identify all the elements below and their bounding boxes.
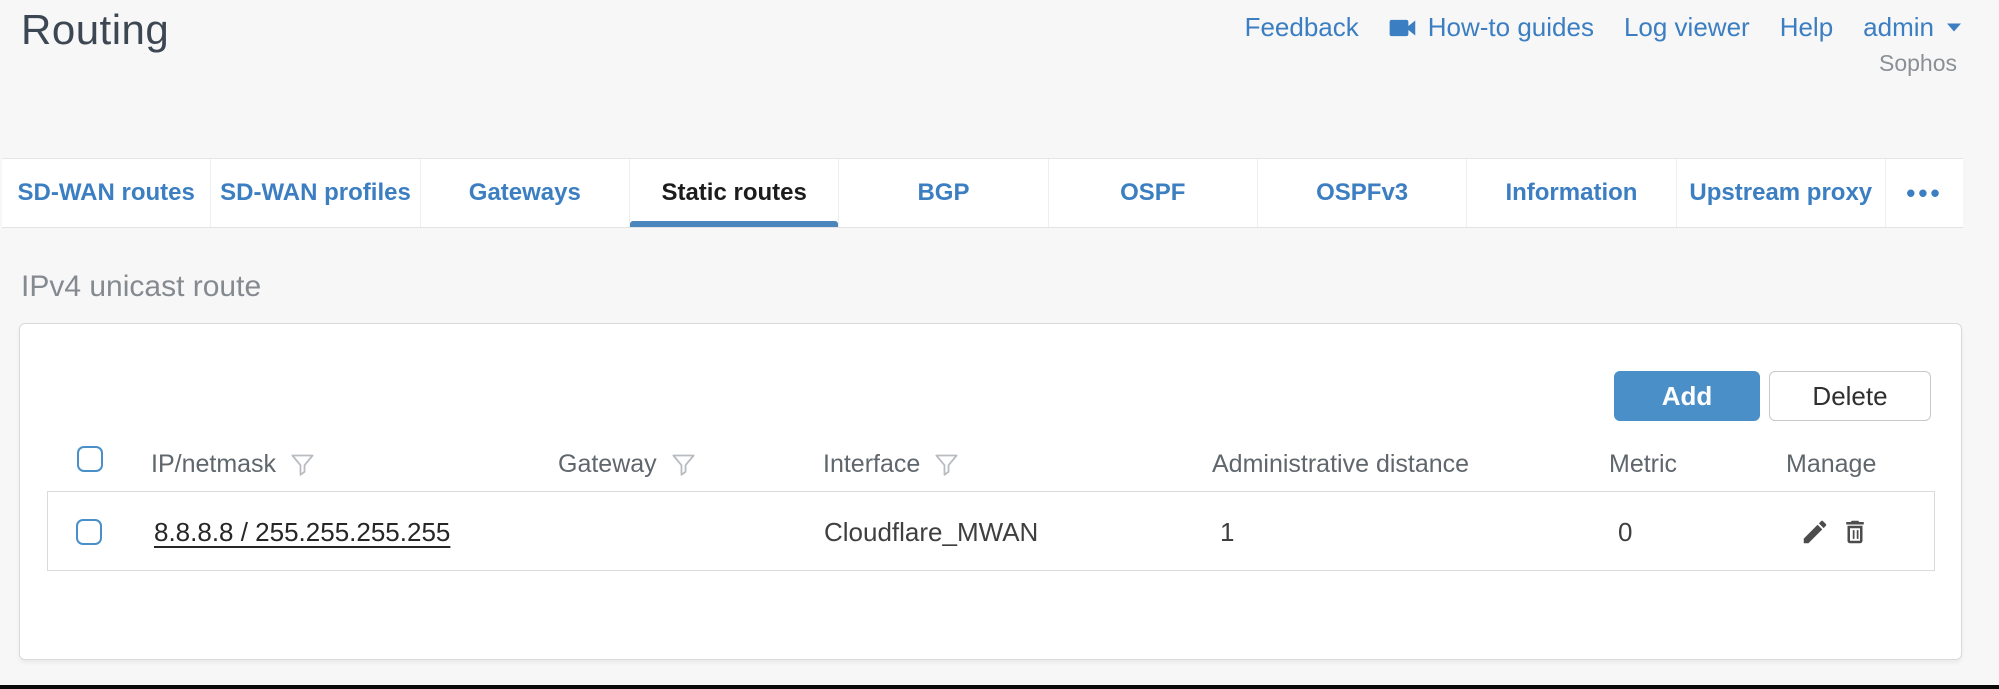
column-header-manage: Manage [1786, 444, 1876, 484]
table-header: IP/netmask Gateway Interface Administrat… [20, 444, 1961, 484]
delete-button[interactable]: Delete [1769, 371, 1931, 421]
feedback-link-label: Feedback [1245, 12, 1359, 43]
log-viewer-link[interactable]: Log viewer [1624, 12, 1750, 43]
column-label: Manage [1786, 450, 1876, 479]
tab-bgp[interactable]: BGP [839, 159, 1048, 227]
tab-gateways[interactable]: Gateways [421, 159, 630, 227]
user-menu[interactable]: admin [1863, 12, 1962, 43]
top-nav: Feedback How-to guides Log viewer Help a… [1245, 12, 1962, 43]
routes-panel: Add Delete IP/netmask Gateway Interface [19, 323, 1962, 660]
brand-label: Sophos [1879, 50, 1957, 77]
cell-manage [1800, 492, 1870, 572]
user-menu-label: admin [1863, 12, 1934, 43]
section-heading: IPv4 unicast route [21, 270, 261, 304]
column-header-ip-netmask: IP/netmask [151, 444, 316, 484]
tab-label: Information [1505, 179, 1637, 207]
tab-sd-wan-routes[interactable]: SD-WAN routes [2, 159, 211, 227]
column-label: IP/netmask [151, 450, 276, 479]
funnel-icon[interactable] [289, 451, 316, 478]
howto-guides-label: How-to guides [1428, 12, 1594, 43]
tab-label: Gateways [469, 179, 581, 207]
column-label: Administrative distance [1212, 450, 1469, 479]
help-label: Help [1780, 12, 1833, 43]
tab-label: BGP [917, 179, 969, 207]
column-header-administrative-distance: Administrative distance [1212, 444, 1469, 484]
cell-interface: Cloudflare_MWAN [824, 492, 1038, 572]
help-link[interactable]: Help [1780, 12, 1833, 43]
tab-upstream-proxy[interactable]: Upstream proxy [1677, 159, 1885, 227]
pencil-icon[interactable] [1800, 517, 1830, 547]
tab-bar: SD-WAN routes SD-WAN profiles Gateways S… [2, 158, 1963, 228]
column-header-metric: Metric [1609, 444, 1677, 484]
tab-label: OSPF [1120, 179, 1185, 207]
cell-ip-netmask: 8.8.8.8 / 255.255.255.255 [154, 492, 450, 572]
tab-information[interactable]: Information [1467, 159, 1676, 227]
add-button[interactable]: Add [1614, 371, 1760, 421]
column-label: Metric [1609, 450, 1677, 479]
howto-guides-link[interactable]: How-to guides [1389, 12, 1594, 43]
ellipsis-icon: ••• [1906, 178, 1942, 209]
more-tabs-button[interactable]: ••• [1885, 159, 1963, 227]
tab-static-routes[interactable]: Static routes [630, 159, 839, 227]
column-header-gateway: Gateway [558, 444, 697, 484]
tab-label: OSPFv3 [1316, 179, 1408, 207]
cell-administrative-distance: 1 [1220, 492, 1234, 572]
screen-bottom-edge [0, 685, 1999, 689]
tab-label: SD-WAN routes [17, 179, 194, 207]
cell-metric: 0 [1618, 492, 1632, 572]
table-row: 8.8.8.8 / 255.255.255.255 Cloudflare_MWA… [47, 491, 1935, 571]
tab-ospfv3[interactable]: OSPFv3 [1258, 159, 1467, 227]
tab-ospf[interactable]: OSPF [1049, 159, 1258, 227]
trash-icon[interactable] [1840, 517, 1870, 547]
log-viewer-label: Log viewer [1624, 12, 1750, 43]
tab-label: Static routes [661, 179, 806, 207]
tab-label: Upstream proxy [1689, 179, 1872, 207]
row-checkbox[interactable] [76, 519, 102, 545]
route-link[interactable]: 8.8.8.8 / 255.255.255.255 [154, 517, 450, 548]
funnel-icon[interactable] [670, 451, 697, 478]
select-all-checkbox[interactable] [77, 446, 103, 472]
videocam-icon [1389, 17, 1419, 39]
page-title: Routing [21, 6, 169, 54]
chevron-down-icon [1946, 22, 1962, 33]
routing-page: Routing Feedback How-to guides Log viewe… [0, 0, 1999, 689]
column-label: Interface [823, 450, 920, 479]
tab-sd-wan-profiles[interactable]: SD-WAN profiles [211, 159, 420, 227]
column-header-interface: Interface [823, 444, 960, 484]
active-tab-underline [630, 221, 838, 227]
tab-label: SD-WAN profiles [220, 179, 411, 207]
funnel-icon[interactable] [933, 451, 960, 478]
column-label: Gateway [558, 450, 657, 479]
feedback-link[interactable]: Feedback [1245, 12, 1359, 43]
